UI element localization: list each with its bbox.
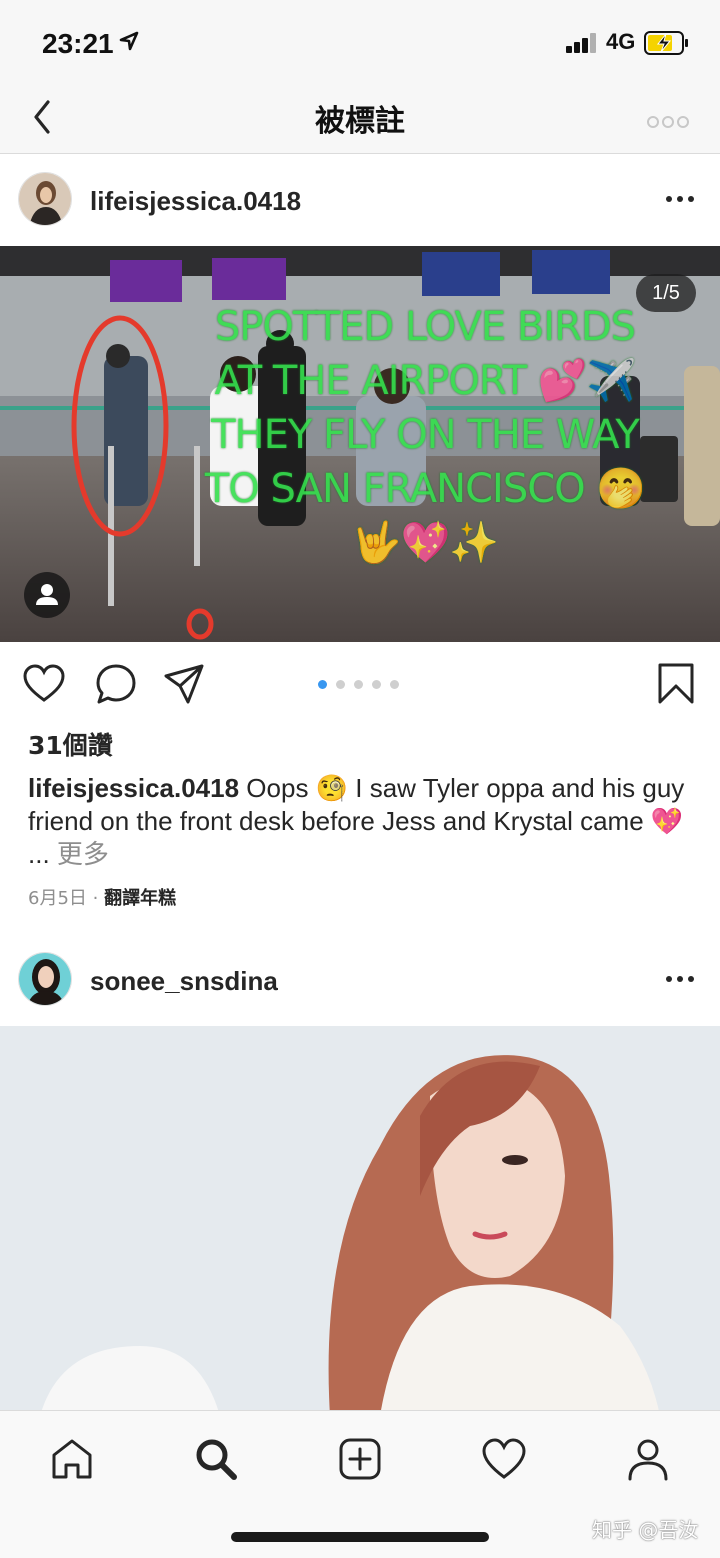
pager-dot-active (318, 680, 327, 689)
translate-link[interactable]: 翻譯年糕 (104, 888, 176, 909)
post-header: sonee_snsdina (0, 934, 720, 1026)
add-post-icon[interactable] (336, 1435, 384, 1483)
photo-counter: 1/5 (636, 274, 696, 312)
watermark: 知乎 @吾汝 (592, 1518, 699, 1542)
comment-icon[interactable] (94, 662, 138, 706)
home-indicator[interactable] (231, 1532, 489, 1542)
tagged-users-button[interactable] (24, 572, 70, 618)
avatar[interactable] (18, 172, 72, 226)
post-options-icon[interactable] (666, 974, 696, 984)
post-date: 6月5日 (28, 888, 87, 909)
post-caption: lifeisjessica.0418 Oops 🧐 I saw Tyler op… (28, 772, 698, 871)
post-photo[interactable]: SPOTTED LOVE BIRDS AT THE AIRPORT 💕✈️ TH… (0, 246, 720, 642)
post-username[interactable]: lifeisjessica.0418 (90, 186, 301, 217)
more-options-icon[interactable] (646, 112, 690, 132)
like-heart-icon[interactable] (22, 662, 66, 706)
location-arrow-icon (119, 31, 139, 51)
caption-ellipsis: ... (28, 839, 50, 869)
post-meta: 6月5日 · 翻譯年糕 (28, 884, 176, 910)
person-icon (36, 584, 58, 605)
caption-username[interactable]: lifeisjessica.0418 (28, 773, 239, 803)
carousel-pager (318, 680, 402, 690)
status-time: 23:21 (42, 28, 114, 59)
battery-charging-icon (644, 31, 688, 55)
bookmark-icon[interactable] (654, 662, 698, 706)
profile-icon[interactable] (624, 1435, 672, 1483)
photo-overlay-text: SPOTTED LOVE BIRDS AT THE AIRPORT 💕✈️ TH… (204, 304, 646, 566)
search-icon[interactable] (192, 1435, 240, 1483)
post-photo[interactable] (0, 1026, 720, 1416)
meta-separator: · (92, 888, 99, 909)
portrait-photo (0, 1026, 720, 1416)
avatar[interactable] (18, 952, 72, 1006)
page-title: 被標註 (315, 104, 405, 139)
post-username[interactable]: sonee_snsdina (90, 966, 278, 997)
share-send-icon[interactable] (162, 662, 206, 706)
caption-more-link[interactable]: 更多 (57, 839, 109, 869)
home-icon[interactable] (48, 1435, 96, 1483)
signal-strength-icon (566, 33, 600, 53)
status-bar: 23:21 4G (0, 0, 720, 86)
like-count[interactable]: 31個讚 (28, 726, 113, 762)
post-options-icon[interactable] (666, 194, 696, 204)
network-type: 4G (606, 29, 636, 54)
post-actions (0, 650, 720, 720)
post-header: lifeisjessica.0418 (0, 154, 720, 246)
nav-bar: 被標註 (0, 86, 720, 154)
activity-heart-icon[interactable] (480, 1435, 528, 1483)
